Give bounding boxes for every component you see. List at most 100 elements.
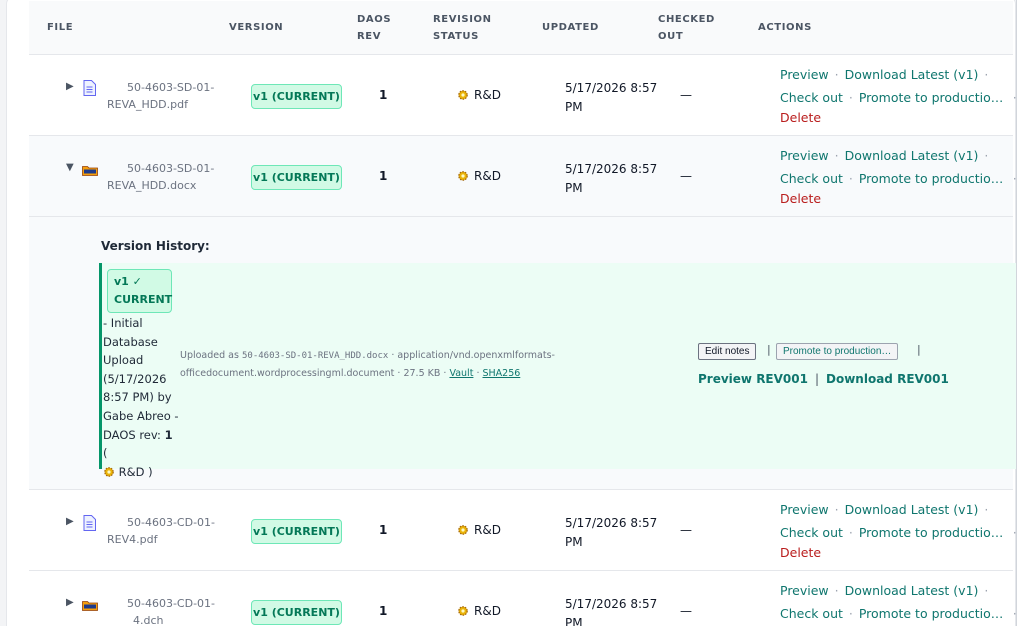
vertical-scrollbar[interactable] <box>1016 0 1024 626</box>
updated-line1: 5/17/2026 8:57 <box>565 516 658 530</box>
file-name-line1: 50-4603-SD-01- <box>127 162 215 175</box>
table-row: ▶ 50-4603-CD-01- REV4.pdf v1 (CURRENT) 1… <box>29 490 1017 571</box>
download-latest-link[interactable]: Download Latest (v1) <box>845 502 979 517</box>
preview-link[interactable]: Preview <box>780 583 829 598</box>
status-label: R&D <box>474 169 501 183</box>
status-label: R&D <box>474 523 501 537</box>
docx-folder-icon <box>82 166 98 176</box>
updated-line1: 5/17/2026 8:57 <box>565 81 658 95</box>
version-history-panel: Version History: v1 ✓ CURRENT - Initial … <box>29 217 1017 490</box>
expand-icon[interactable]: ▶ <box>66 597 74 608</box>
notes-line: - Initial <box>103 316 143 330</box>
preview-link[interactable]: Preview <box>780 502 829 517</box>
promote-to-production-button[interactable]: Promote to production… <box>776 343 899 360</box>
notes-line: R&D ) <box>103 463 179 482</box>
col-file[interactable]: FILE <box>47 19 73 36</box>
col-checked-out-1: CHECKED <box>658 14 715 25</box>
version-notes: - Initial Database Upload (5/17/2026 8:5… <box>103 314 179 481</box>
delete-link[interactable]: Delete <box>780 191 821 206</box>
revision-links: Preview REV001 | Download REV001 <box>698 372 949 386</box>
revision-status: R&D <box>457 88 501 102</box>
file-name[interactable]: 50-4603-CD-01- 4.dch <box>107 595 227 626</box>
col-checked-out[interactable]: CHECKED OUT <box>658 11 715 45</box>
notes-line: Database <box>103 334 158 349</box>
updated-line2: PM <box>565 535 583 549</box>
updated-time: 5/17/2026 8:57 PM <box>565 595 665 626</box>
separator: | <box>917 343 921 356</box>
badge-version: v1 ✓ <box>114 275 142 288</box>
notes-status: R&D <box>118 464 145 479</box>
download-rev-link[interactable]: Download REV001 <box>826 372 949 386</box>
promote-link[interactable]: Promote to production… <box>859 90 1007 105</box>
table-row: ▶ 50-4603-CD-01- 4.dch v1 (CURRENT) 1 R&… <box>29 571 1017 626</box>
file-name[interactable]: 50-4603-SD-01- REVA_HDD.docx <box>107 160 227 194</box>
table-row: ▶ 50-4603-SD-01- REVA_HDD.pdf v1 (CURREN… <box>29 55 1017 136</box>
download-latest-link[interactable]: Download Latest (v1) <box>845 67 979 82</box>
file-name-line2: REV4.pdf <box>107 533 158 546</box>
checkout-link[interactable]: Check out <box>780 525 843 540</box>
table-header: FILE VERSION DAOS REV REVISION STATUS UPDA… <box>29 1 1013 55</box>
col-revision-status-1: REVISION <box>433 14 492 25</box>
preview-link[interactable]: Preview <box>780 67 829 82</box>
col-revision-status[interactable]: REVISION STATUS <box>433 11 492 45</box>
notes-line: Upload <box>103 353 144 368</box>
gear-icon <box>458 525 468 535</box>
revision-status: R&D <box>457 604 501 618</box>
col-updated[interactable]: UPDATED <box>542 19 599 36</box>
revision-status: R&D <box>457 169 501 183</box>
files-panel: FILE VERSION DAOS REV REVISION STATUS UPDA… <box>6 0 1017 626</box>
download-latest-link[interactable]: Download Latest (v1) <box>845 583 979 598</box>
meta-prefix: Uploaded as <box>180 350 242 361</box>
dch-folder-icon <box>82 601 98 611</box>
download-latest-link[interactable]: Download Latest (v1) <box>845 148 979 163</box>
file-name-line2: REVA_HDD.pdf <box>107 98 188 111</box>
daos-rev: 1 <box>379 523 388 537</box>
col-daos-rev-1: DAOS <box>357 14 392 25</box>
updated-time: 5/17/2026 8:57 PM <box>565 160 665 198</box>
expand-icon[interactable]: ▶ <box>66 81 74 92</box>
table-row: ▼ 50-4603-SD-01- REVA_HDD.docx v1 (CURRE… <box>29 136 1017 217</box>
updated-line2: PM <box>565 181 583 195</box>
checked-out: — <box>680 604 692 618</box>
col-actions: ACTIONS <box>758 22 812 33</box>
separator: | <box>814 372 820 386</box>
col-version[interactable]: VERSION <box>229 19 283 36</box>
col-daos-rev-2: REV <box>357 31 382 42</box>
gear-icon <box>458 90 468 100</box>
checkout-link[interactable]: Check out <box>780 606 843 621</box>
checked-out: — <box>680 523 692 537</box>
file-name[interactable]: 50-4603-SD-01- REVA_HDD.pdf <box>107 79 227 113</box>
col-daos-rev[interactable]: DAOS REV <box>357 11 391 45</box>
separator: | <box>767 343 771 356</box>
updated-time: 5/17/2026 8:57 PM <box>565 79 665 117</box>
expand-icon[interactable]: ▶ <box>66 516 74 527</box>
checkout-link[interactable]: Check out <box>780 171 843 186</box>
updated-time: 5/17/2026 8:57 PM <box>565 514 665 552</box>
delete-link[interactable]: Delete <box>780 545 821 560</box>
notes-line: Gabe Abreo - <box>103 408 179 423</box>
promote-link[interactable]: Promote to production… <box>859 171 1007 186</box>
updated-line1: 5/17/2026 8:57 <box>565 162 658 176</box>
promote-link[interactable]: Promote to production… <box>859 606 1007 621</box>
vault-link[interactable]: Vault <box>449 368 473 379</box>
notes-paren: ) <box>144 464 153 479</box>
upload-metadata: Uploaded as 50-4603-SD-01-REVA_HDD.docx … <box>180 347 590 382</box>
notes-line: DAOS rev: 1 ( <box>103 426 179 463</box>
delete-link[interactable]: Delete <box>780 110 821 125</box>
file-name-line2: REVA_HDD.docx <box>107 179 197 192</box>
sha256-link[interactable]: SHA256 <box>482 368 520 379</box>
meta-filename: 50-4603-SD-01-REVA_HDD.docx <box>241 351 389 361</box>
preview-link[interactable]: Preview <box>780 148 829 163</box>
edit-notes-button[interactable]: Edit notes <box>698 343 757 360</box>
current-version-badge: v1 ✓ CURRENT <box>107 269 172 313</box>
file-name[interactable]: 50-4603-CD-01- REV4.pdf <box>107 514 227 548</box>
daos-rev: 1 <box>379 169 388 183</box>
version-badge: v1 (CURRENT) <box>251 600 342 625</box>
collapse-icon[interactable]: ▼ <box>66 162 74 173</box>
col-checked-out-2: OUT <box>658 31 684 42</box>
preview-rev-link[interactable]: Preview REV001 <box>698 372 808 386</box>
notes-paren: ( <box>103 446 108 461</box>
checkout-link[interactable]: Check out <box>780 90 843 105</box>
notes-line: (5/17/2026 <box>103 371 167 386</box>
promote-link[interactable]: Promote to production… <box>859 525 1007 540</box>
